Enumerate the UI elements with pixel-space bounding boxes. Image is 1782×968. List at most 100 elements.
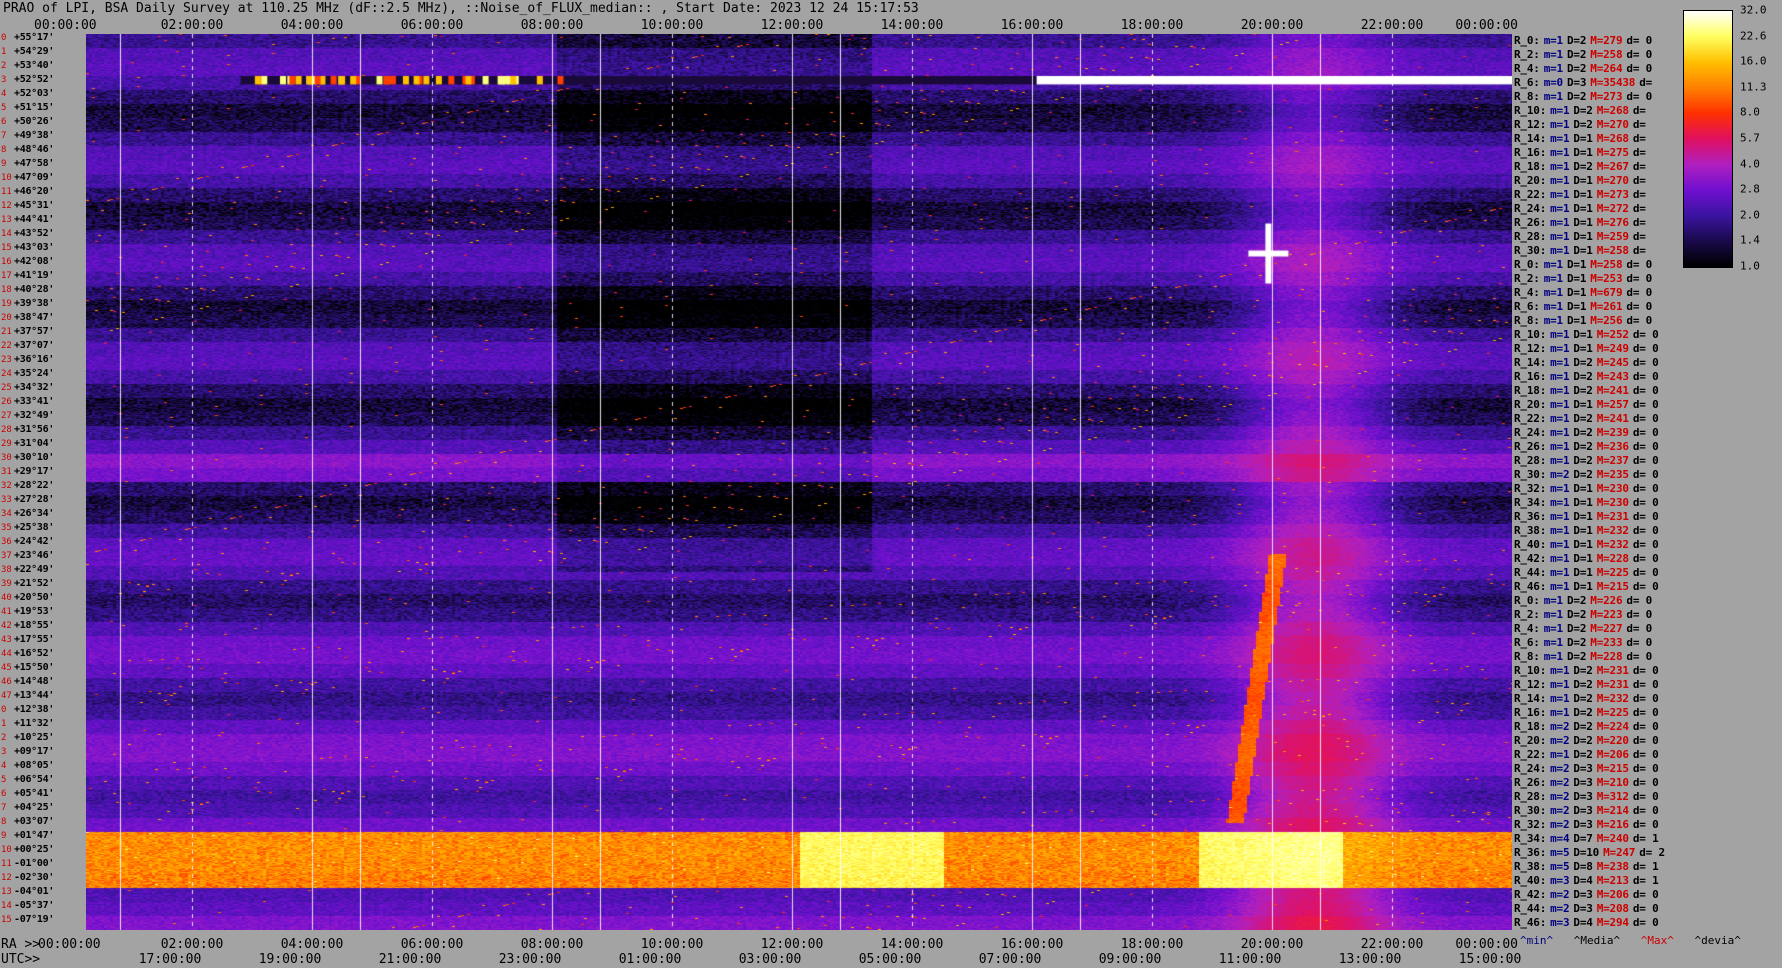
stat-d: D=1: [1573, 216, 1593, 229]
beam-stat-row: R_34: m=1 D=1 M=230 d= 0: [1514, 496, 1663, 509]
stat-m: m=2: [1550, 888, 1570, 901]
stat-d: D=2: [1566, 650, 1587, 663]
beam-stat-row: R_14: m=1 D=2 M=232 d= 0: [1514, 692, 1663, 705]
dec-index: 29: [1, 439, 12, 449]
stat-d: D=2: [1566, 594, 1587, 607]
beam-stat-row: R_30: m=2 D=2 M=235 d= 0: [1514, 468, 1663, 481]
stat-dd: d= 0: [1626, 34, 1653, 47]
dec-index: 12: [1, 873, 12, 883]
stat-m: m=3: [1550, 916, 1570, 929]
dec-index: 15: [1, 243, 12, 253]
stat-dd: d= 0: [1632, 734, 1659, 747]
stat-n: R_32:: [1514, 482, 1547, 495]
top-tick-label: 02:00:00: [160, 18, 224, 33]
dec-index: 39: [1, 579, 12, 589]
stat-d: D=1: [1573, 202, 1593, 215]
stat-m: m=1: [1550, 160, 1570, 173]
dec-label: +41°19': [14, 270, 55, 281]
stat-d: D=1: [1573, 230, 1593, 243]
stat-n: R_34:: [1514, 832, 1547, 845]
stat-m: m=2: [1550, 762, 1570, 775]
dec-label: +05°41': [14, 788, 55, 799]
stat-n: R_36:: [1514, 846, 1547, 859]
colorbar-tick: 22.6: [1740, 29, 1767, 43]
dec-label: +00°25': [14, 844, 55, 855]
dec-index: 1: [1, 719, 7, 729]
stat-d: D=3: [1573, 790, 1593, 803]
stat-dd: d= 0: [1632, 510, 1659, 523]
stat-M: M=257: [1596, 398, 1629, 411]
stat-m: m=2: [1550, 720, 1570, 733]
stat-dd: d= 1: [1632, 860, 1659, 873]
stat-m: m=1: [1543, 314, 1563, 327]
stat-M: M=270: [1596, 174, 1629, 187]
dec-label: +55°17': [14, 32, 55, 43]
colorbar-tick: 2.0: [1740, 208, 1760, 222]
dec-label: +33°41': [14, 396, 55, 407]
stat-m: m=3: [1550, 874, 1570, 887]
stat-d: D=2: [1566, 622, 1587, 635]
dec-label: +37°57': [14, 326, 55, 337]
dec-label: +17°55': [14, 634, 55, 645]
dec-label: +29°17': [14, 466, 55, 477]
stat-dd: d= 1: [1632, 832, 1659, 845]
stat-M: M=223: [1590, 608, 1623, 621]
dec-label: +08°05': [14, 760, 55, 771]
dec-label: +43°03': [14, 242, 55, 253]
stat-M: M=232: [1596, 692, 1629, 705]
dec-index: 19: [1, 299, 12, 309]
stat-M: M=214: [1596, 804, 1629, 817]
stat-dd: d=: [1632, 160, 1646, 173]
stat-d: D=3: [1573, 888, 1593, 901]
stat-m: m=1: [1550, 146, 1570, 159]
beam-stats-column: R_0: m=1 D=2 M=279 d= 0 R_2: m=1 D=2 M=258 d= 0 R_…: [1514, 34, 1684, 930]
beam-stat-row: R_28: m=1 D=1 M=259 d=: [1514, 230, 1650, 243]
beam-stat-row: R_14: m=1 D=1 M=268 d=: [1514, 132, 1650, 145]
stat-M: M=253: [1590, 272, 1623, 285]
beam-stat-row: R_4: m=1 D=1 M=679 d= 0: [1514, 286, 1656, 299]
stat-n: R_46:: [1514, 580, 1547, 593]
stat-M: M=231: [1596, 678, 1629, 691]
dec-label: +23°46': [14, 550, 55, 561]
stat-n: R_34:: [1514, 496, 1547, 509]
stat-m: m=1: [1543, 636, 1563, 649]
beam-stat-row: R_8: m=1 D=2 M=273 d= 0: [1514, 90, 1656, 103]
dec-index: 42: [1, 621, 12, 631]
beam-stat-row: R_44: m=1 D=1 M=225 d= 0: [1514, 566, 1663, 579]
beam-stat-row: R_40: m=3 D=4 M=213 d= 1: [1514, 874, 1663, 887]
stat-d: D=1: [1573, 132, 1593, 145]
dec-label: +11°32': [14, 718, 55, 729]
stat-d: D=1: [1566, 272, 1587, 285]
beam-stat-row: R_18: m=1 D=2 M=267 d=: [1514, 160, 1650, 173]
stat-m: m=1: [1550, 678, 1570, 691]
beam-stat-row: R_10: m=1 D=2 M=231 d= 0: [1514, 664, 1663, 677]
stat-d: D=2: [1573, 104, 1593, 117]
top-tick-label: 00:00:00: [34, 18, 97, 33]
dec-label: +52°52': [14, 74, 55, 85]
stat-n: R_2:: [1514, 272, 1540, 285]
dec-label: +30°10': [14, 452, 55, 463]
stat-M: M=237: [1596, 454, 1629, 467]
beam-stat-row: R_8: m=1 D=1 M=256 d= 0: [1514, 314, 1656, 327]
stat-d: D=2: [1573, 748, 1593, 761]
stat-dd: d= 0: [1632, 776, 1659, 789]
stat-m: m=2: [1550, 468, 1570, 481]
dec-index: 32: [1, 481, 12, 491]
stat-n: R_14:: [1514, 692, 1547, 705]
stat-dd: d=: [1632, 174, 1646, 187]
dec-index: 6: [1, 789, 7, 799]
beam-stat-row: R_42: m=2 D=3 M=206 d= 0: [1514, 888, 1663, 901]
stat-dd: d= 0: [1632, 496, 1659, 509]
colorbar-tick: 1.4: [1740, 233, 1760, 247]
beam-stat-row: R_28: m=2 D=3 M=312 d= 0: [1514, 790, 1663, 803]
stat-n: R_30:: [1514, 468, 1547, 481]
stat-d: D=2: [1573, 440, 1593, 453]
stat-dd: d= 0: [1632, 818, 1659, 831]
legend-devia: ^devia^: [1694, 934, 1741, 947]
stat-m: m=1: [1550, 398, 1570, 411]
ra-tick-label: 10:00:00: [640, 937, 704, 952]
stat-M: M=279: [1590, 34, 1623, 47]
stat-dd: d=: [1632, 118, 1646, 131]
ra-axis-prefix: RA >>: [1, 937, 41, 952]
dec-index: 0: [1, 705, 7, 715]
